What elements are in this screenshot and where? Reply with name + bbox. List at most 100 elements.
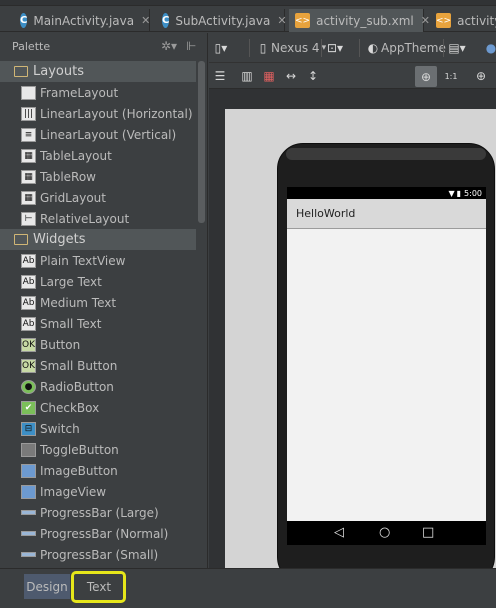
item-label: ToggleButton (40, 442, 119, 457)
virtual-device-button[interactable]: ▯▾ (213, 40, 229, 56)
palette-item-button[interactable]: OK Button (0, 334, 196, 355)
progress-bar-icon (21, 552, 36, 557)
tab-sub-activity[interactable]: C SubActivity.java ✕ (156, 9, 287, 32)
device-selector[interactable]: ▯ Nexus 4 ▾ (255, 40, 326, 56)
locale-selector[interactable]: ● (483, 40, 496, 56)
expand-horizontal-button[interactable]: ↔ (283, 68, 299, 84)
palette-category-layouts[interactable]: Layouts (0, 61, 196, 82)
orientation-button[interactable]: ⊡▾ (327, 40, 343, 56)
designer-subtoolbar: ☰ ▥ ▦ ↔ ↕ ⊕ 1:1 ⊕ (209, 63, 496, 89)
button-icon: OK (21, 337, 36, 352)
layout-vertical-button[interactable]: ▥ (239, 68, 255, 84)
linear-layout-horizontal-icon: ||| (21, 106, 36, 121)
item-label: ProgressBar (Large) (40, 505, 159, 520)
status-bar: ▼ ▮ 5:00 (287, 187, 486, 199)
device-screen[interactable]: ▼ ▮ 5:00 HelloWorld (287, 187, 486, 521)
palette-scrollbar[interactable] (197, 61, 206, 569)
palette-item-checkbox[interactable]: ✔ CheckBox (0, 397, 196, 418)
palette-item-large-text[interactable]: Ab Large Text (0, 271, 196, 292)
theme-label: AppTheme (381, 41, 446, 55)
palette-item-tablelayout[interactable]: ▦ TableLayout (0, 145, 196, 166)
item-label: Plain TextView (40, 253, 126, 268)
item-label: Small Text (40, 316, 102, 331)
palette-item-progressbar-normal[interactable]: ProgressBar (Normal) (0, 523, 196, 544)
palette-item-small-text[interactable]: Ab Small Text (0, 313, 196, 334)
palette-item-framelayout[interactable]: FrameLayout (0, 82, 196, 103)
switch-icon: ⊟ (21, 421, 36, 436)
layout-grid-button[interactable]: ▦ (261, 68, 277, 84)
category-label: Layouts (33, 64, 84, 79)
recents-icon: □ (422, 525, 435, 540)
close-icon[interactable]: ✕ (141, 13, 150, 29)
item-label: Medium Text (40, 295, 117, 310)
tab-main-activity[interactable]: C MainActivity.java ✕ (14, 9, 150, 32)
theme-selector[interactable]: ◐ AppTheme (365, 40, 446, 56)
item-label: ImageView (40, 484, 107, 499)
close-icon[interactable]: ✕ (421, 13, 430, 29)
palette-item-relativelayout[interactable]: ⊢ RelativeLayout (0, 208, 196, 229)
palette-item-switch[interactable]: ⊟ Switch (0, 418, 196, 439)
close-icon[interactable]: ✕ (277, 13, 286, 29)
small-text-icon: Ab (21, 316, 36, 331)
gear-icon[interactable]: ✲▾ (161, 39, 177, 53)
pin-icon[interactable]: ⊩ (186, 39, 196, 53)
tab-activity-xml[interactable]: <> activity_ (430, 9, 496, 32)
item-label: TableRow (40, 169, 96, 184)
zoom-in-button[interactable]: ⊕ (473, 68, 489, 84)
tab-design[interactable]: Design (24, 574, 70, 599)
relative-layout-icon: ⊢ (21, 211, 36, 226)
palette-item-progressbar-large[interactable]: ProgressBar (Large) (0, 502, 196, 523)
expand-vertical-button[interactable]: ↕ (305, 68, 321, 84)
navigation-bar: ◁ ○ □ (287, 521, 486, 545)
java-class-icon: C (20, 13, 28, 28)
palette-item-tablerow[interactable]: ▦ TableRow (0, 166, 196, 187)
theme-icon: ◐ (367, 41, 379, 55)
checkbox-icon: ✔ (21, 400, 36, 415)
app-action-bar[interactable]: HelloWorld (287, 199, 486, 229)
tab-label: activity_sub.xml (316, 13, 414, 28)
tab-label: activity_ (457, 13, 496, 28)
item-label: LinearLayout (Vertical) (40, 127, 177, 142)
medium-text-icon: Ab (21, 295, 36, 310)
folder-icon (14, 66, 28, 77)
image-view-icon (21, 484, 36, 499)
globe-icon: ● (485, 41, 496, 55)
table-layout-icon: ▦ (21, 148, 36, 163)
palette-item-imageview[interactable]: ImageView (0, 481, 196, 502)
horizontal-lines-icon: ☰ (214, 69, 226, 83)
item-label: Large Text (40, 274, 102, 289)
tab-activity-sub-xml[interactable]: <> activity_sub.xml ✕ (289, 9, 430, 32)
design-canvas[interactable]: ▼ ▮ 5:00 HelloWorld ◁ ○ □ (209, 89, 496, 583)
layout-horizontal-button[interactable]: ☰ (212, 68, 228, 84)
palette-category-widgets[interactable]: Widgets (0, 229, 196, 250)
category-label: Widgets (33, 232, 86, 247)
palette-item-linearlayout-vertical[interactable]: ≡ LinearLayout (Vertical) (0, 124, 196, 145)
palette-item-linearlayout-horizontal[interactable]: ||| LinearLayout (Horizontal) (0, 103, 196, 124)
palette-item-gridlayout[interactable]: ▦ GridLayout (0, 187, 196, 208)
palette-item-plain-textview[interactable]: Ab Plain TextView (0, 250, 196, 271)
palette-item-small-button[interactable]: OK Small Button (0, 355, 196, 376)
toolbar-separator (443, 39, 444, 57)
item-label: Switch (40, 421, 80, 436)
item-label: CheckBox (40, 400, 100, 415)
expand-horizontal-icon: ↔ (285, 69, 297, 83)
palette-item-imagebutton[interactable]: ImageButton (0, 460, 196, 481)
palette-scroll-thumb[interactable] (198, 61, 205, 223)
canvas-background: ▼ ▮ 5:00 HelloWorld ◁ ○ □ (225, 109, 496, 583)
item-label: ProgressBar (Normal) (40, 526, 169, 541)
item-label: Small Button (40, 358, 118, 373)
radio-button-icon: ● (21, 379, 36, 394)
app-title: HelloWorld (296, 207, 356, 220)
activity-selector[interactable]: ▤▾ (448, 40, 465, 56)
zoom-actual-button[interactable]: 1:1 (443, 68, 459, 84)
zoom-to-fit-button[interactable]: ⊕ (415, 66, 437, 87)
item-label: ImageButton (40, 463, 118, 478)
folder-icon (14, 234, 28, 245)
device-screen-icon: ▯▾ (214, 41, 228, 55)
item-label: TableLayout (40, 148, 112, 163)
device-label: Nexus 4 (271, 41, 320, 55)
palette-item-radiobutton[interactable]: ● RadioButton (0, 376, 196, 397)
palette-item-medium-text[interactable]: Ab Medium Text (0, 292, 196, 313)
palette-item-progressbar-small[interactable]: ProgressBar (Small) (0, 544, 196, 565)
palette-item-togglebutton[interactable]: ToggleButton (0, 439, 196, 460)
